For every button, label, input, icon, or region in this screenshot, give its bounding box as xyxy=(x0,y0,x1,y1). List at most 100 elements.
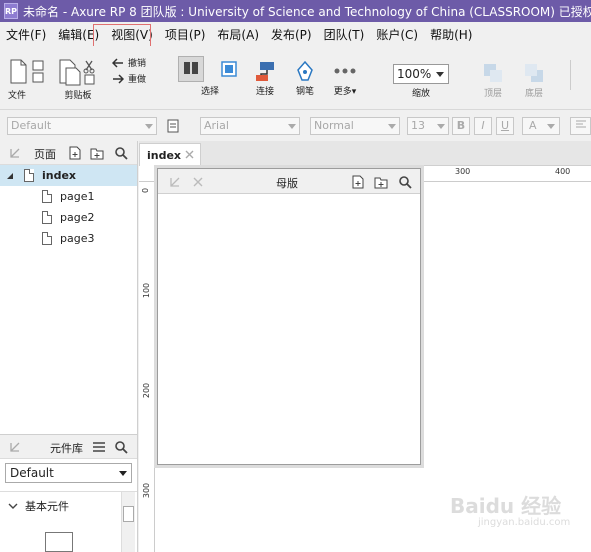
basic-widgets-label: 基本元件 xyxy=(25,500,69,513)
menu-icon[interactable] xyxy=(92,440,106,454)
masters-panel-title: 母版 xyxy=(276,177,298,190)
pages-panel-header: 页面 xyxy=(0,141,137,165)
chevron-down-icon xyxy=(288,124,296,129)
add-folder-icon[interactable] xyxy=(90,146,104,160)
italic-button[interactable]: I xyxy=(474,117,492,135)
ruler-vertical[interactable]: 0 100 200 300 xyxy=(139,182,155,552)
tree-label-page1: page1 xyxy=(60,190,95,203)
tree-item-index[interactable]: index xyxy=(0,165,137,186)
bold-button[interactable]: B xyxy=(452,117,470,135)
dock-panel-icon[interactable] xyxy=(168,175,182,189)
bring-to-front-button[interactable]: 顶层 xyxy=(482,62,504,99)
menu-view[interactable]: 视图(V) xyxy=(105,26,159,43)
box-widget[interactable] xyxy=(45,532,73,552)
chevron-down-icon xyxy=(547,124,555,129)
scrollbar-thumb[interactable] xyxy=(123,506,134,522)
more-tool[interactable]: 更多▾ xyxy=(332,60,358,97)
top-label: 顶层 xyxy=(483,89,502,99)
menu-team[interactable]: 团队(T) xyxy=(318,26,371,43)
size-value: 13 xyxy=(411,119,425,132)
search-icon[interactable] xyxy=(114,440,128,454)
library-select[interactable]: Default xyxy=(5,463,132,483)
close-icon[interactable] xyxy=(191,175,205,189)
add-folder-icon[interactable] xyxy=(374,175,388,189)
tab-index[interactable]: index xyxy=(139,143,201,166)
tree-item-page1[interactable]: page1 xyxy=(0,186,137,207)
ruler-mark: 200 xyxy=(142,382,152,399)
select-contain-button[interactable] xyxy=(216,56,242,82)
align-left-icon xyxy=(575,120,586,128)
basic-widgets-group[interactable]: 基本元件 xyxy=(8,498,69,514)
more-dots-icon xyxy=(334,68,356,74)
ruler-mark: 0 xyxy=(141,187,151,194)
search-icon[interactable] xyxy=(114,146,128,160)
menu-edit[interactable]: 编辑(E) xyxy=(52,26,105,43)
connect-tool[interactable]: 连接 xyxy=(254,60,276,97)
menu-account[interactable]: 账户(C) xyxy=(370,26,424,43)
style-select[interactable]: Default xyxy=(7,117,157,135)
style-value: Default xyxy=(11,119,52,132)
clipboard-label: 剪贴板 xyxy=(64,91,92,101)
underline-button[interactable]: U xyxy=(496,117,514,135)
clipboard-icon xyxy=(59,59,95,86)
send-to-back-button[interactable]: 底层 xyxy=(523,62,545,99)
connector-icon xyxy=(256,62,274,81)
tree-expand-icon[interactable] xyxy=(6,172,14,180)
zoom-tool: 100% 缩放 xyxy=(393,64,449,99)
page-tab-bar: index xyxy=(139,141,591,166)
ruler-mark: 100 xyxy=(142,282,152,299)
select-intersect-icon xyxy=(184,62,198,74)
zoom-select[interactable]: 100% xyxy=(393,64,449,84)
ruler-mark: 400 xyxy=(555,167,571,176)
font-weight-select[interactable]: Normal xyxy=(310,117,400,135)
chevron-down-icon xyxy=(388,124,396,129)
title-bar: RP 未命名 - Axure RP 8 团队版 : University of … xyxy=(0,0,591,22)
collapse-panel-icon[interactable] xyxy=(8,440,22,454)
collapse-panel-icon[interactable] xyxy=(8,146,22,160)
menu-arrange[interactable]: 布局(A) xyxy=(211,26,265,43)
menu-bar: 文件(F) 编辑(E) 视图(V) 项目(P) 布局(A) 发布(P) 团队(T… xyxy=(0,22,591,76)
widget-scrollbar[interactable] xyxy=(121,492,135,552)
file-tool-group[interactable]: 文件 xyxy=(8,58,48,101)
tab-label: index xyxy=(147,148,182,162)
close-icon[interactable] xyxy=(185,150,194,159)
chevron-down-icon xyxy=(8,503,18,509)
pages-panel-title: 页面 xyxy=(34,148,56,161)
select-tool[interactable]: 选择 xyxy=(178,56,242,97)
menu-project[interactable]: 项目(P) xyxy=(159,26,212,43)
font-select[interactable]: Arial xyxy=(200,117,300,135)
tree-item-page2[interactable]: page2 xyxy=(0,207,137,228)
widget-panel-title: 元件库 xyxy=(50,442,83,455)
chevron-down-icon xyxy=(437,124,445,129)
library-value: Default xyxy=(10,466,54,480)
clipboard-tool-group[interactable]: 剪贴板 xyxy=(56,58,100,101)
font-size-select[interactable]: 13 xyxy=(407,117,449,135)
add-page-icon[interactable] xyxy=(68,146,82,160)
main-toolbar: 文件 剪贴板 撤销 重做 选择 连接 钢笔 更多▾ 100% 缩放 顶层 底层 xyxy=(0,46,591,110)
menu-help[interactable]: 帮助(H) xyxy=(424,26,478,43)
pen-tool[interactable]: 钢笔 xyxy=(294,60,316,97)
bottom-label: 底层 xyxy=(524,89,543,99)
tree-item-page3[interactable]: page3 xyxy=(0,228,137,249)
window-title: 未命名 - Axure RP 8 团队版 : University of Sci… xyxy=(23,4,591,19)
menu-file[interactable]: 文件(F) xyxy=(0,26,52,43)
zoom-value: 100% xyxy=(397,67,432,81)
pen-label: 钢笔 xyxy=(295,87,314,97)
zoom-label: 缩放 xyxy=(411,89,430,99)
format-painter-icon[interactable] xyxy=(166,119,180,133)
add-master-icon[interactable] xyxy=(351,175,365,189)
toolbar-divider xyxy=(570,60,571,90)
select-label: 选择 xyxy=(200,87,219,97)
undo-button[interactable]: 撤销 xyxy=(112,56,146,69)
redo-button[interactable]: 重做 xyxy=(112,72,146,85)
page-icon xyxy=(42,211,52,224)
page-icon xyxy=(42,232,52,245)
search-icon[interactable] xyxy=(398,175,412,189)
select-mode-button[interactable] xyxy=(178,56,204,82)
align-button[interactable] xyxy=(570,117,591,135)
menu-publish[interactable]: 发布(P) xyxy=(265,26,318,43)
select-contain-icon xyxy=(221,61,237,77)
font-color-button[interactable]: A xyxy=(522,117,560,135)
ruler-mark: 300 xyxy=(142,482,152,499)
widget-panel-header: 元件库 xyxy=(0,435,137,459)
